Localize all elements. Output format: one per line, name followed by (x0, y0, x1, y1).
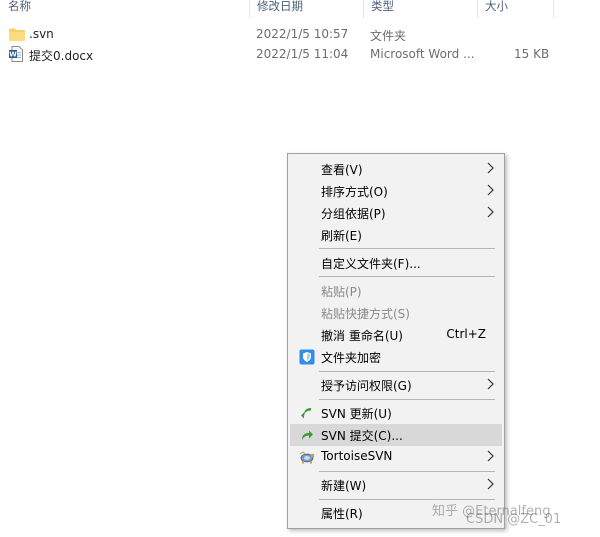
tortoise-icon (299, 451, 315, 464)
menu-item-label: TortoiseSVN (321, 449, 393, 463)
menu-item-customize-folder[interactable]: 自定义文件夹(F)... (290, 252, 502, 274)
menu-item-label: 新建(W) (321, 479, 367, 493)
chevron-right-icon (487, 478, 494, 490)
chevron-right-icon (487, 206, 494, 218)
menu-item-label: 分组依据(P) (321, 207, 386, 221)
menu-item-label: 查看(V) (321, 163, 363, 177)
column-header: 名称 修改日期 类型 大小 (0, 0, 600, 18)
menu-item-undo-rename[interactable]: 撤消 重命名(U) Ctrl+Z (290, 324, 502, 346)
file-name: .svn (29, 27, 54, 41)
shield-icon (299, 349, 315, 365)
menu-item-label: 属性(R) (321, 507, 363, 521)
chevron-right-icon (487, 162, 494, 174)
menu-item-label: 文件夹加密 (321, 351, 382, 365)
menu-item-new[interactable]: 新建(W) (290, 474, 502, 496)
menu-separator (319, 371, 495, 372)
menu-item-label: 授予访问权限(G) (321, 379, 412, 393)
menu-item-grant-access[interactable]: 授予访问权限(G) (290, 374, 502, 396)
menu-separator (319, 248, 495, 249)
menu-item-sort[interactable]: 排序方式(O) (290, 180, 502, 202)
chevron-right-icon (487, 378, 494, 390)
chevron-right-icon (487, 184, 494, 196)
menu-separator (319, 471, 495, 472)
menu-item-label: 粘贴(P) (321, 285, 362, 299)
file-date: 2022/1/5 10:57 (256, 27, 349, 41)
menu-item-paste: 粘贴(P) (290, 280, 502, 302)
folder-icon (9, 28, 25, 41)
column-name-header[interactable]: 名称 (0, 0, 249, 18)
menu-item-label: SVN 提交(C)... (321, 429, 403, 443)
column-date-header[interactable]: 修改日期 (249, 0, 363, 18)
file-row[interactable]: W 提交0.docx 2022/1/5 11:04 Microsoft Word… (0, 45, 600, 65)
menu-item-refresh[interactable]: 刷新(E) (290, 224, 502, 246)
column-extra-divider (553, 0, 600, 18)
file-date: 2022/1/5 11:04 (256, 47, 349, 61)
file-row[interactable]: .svn 2022/1/5 10:57 文件夹 (0, 25, 600, 45)
menu-item-group-by[interactable]: 分组依据(P) (290, 202, 502, 224)
menu-separator (319, 276, 495, 277)
svn-update-arrow-icon (301, 408, 311, 419)
column-type-header[interactable]: 类型 (363, 0, 477, 18)
menu-item-view[interactable]: 查看(V) (290, 158, 502, 180)
menu-item-label: 自定义文件夹(F)... (321, 257, 421, 271)
menu-item-paste-shortcut: 粘贴快捷方式(S) (290, 302, 502, 324)
context-menu: 查看(V) 排序方式(O) 分组依据(P) 刷新(E) 自定义文件夹(F)...… (287, 153, 505, 529)
menu-item-svn-commit[interactable]: SVN 提交(C)... (290, 424, 502, 446)
file-name: 提交0.docx (29, 49, 94, 63)
chevron-right-icon (487, 450, 494, 462)
menu-item-label: 撤消 重命名(U) (321, 329, 403, 343)
watermark-csdn: CSDN @ZC_01 (466, 512, 562, 527)
file-size: 15 KB (514, 47, 550, 61)
menu-separator (319, 399, 495, 400)
file-type: 文件夹 (370, 29, 407, 43)
menu-item-svn-update[interactable]: SVN 更新(U) (290, 402, 502, 424)
menu-item-tortoisesvn[interactable]: TortoiseSVN (290, 446, 502, 468)
svg-text:W: W (9, 51, 17, 59)
file-type: Microsoft Word ... (370, 47, 475, 61)
menu-item-label: SVN 更新(U) (321, 407, 392, 421)
menu-item-shortcut: Ctrl+Z (446, 327, 486, 341)
menu-item-label: 粘贴快捷方式(S) (321, 307, 410, 321)
menu-item-label: 刷新(E) (321, 229, 362, 243)
menu-item-label: 排序方式(O) (321, 185, 388, 199)
column-size-header[interactable]: 大小 (477, 0, 553, 18)
svn-commit-arrow-icon (302, 430, 313, 440)
word-document-icon: W (9, 46, 23, 62)
menu-item-folder-encrypt[interactable]: 文件夹加密 (290, 346, 502, 368)
